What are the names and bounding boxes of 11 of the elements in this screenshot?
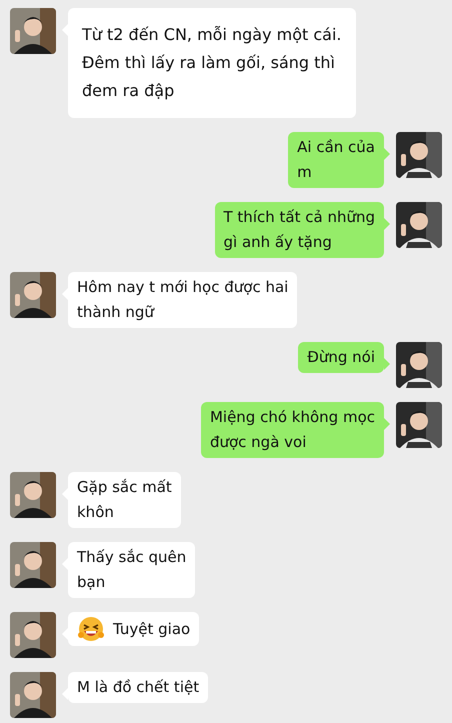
message-text: Tuyệt giao bbox=[113, 618, 190, 640]
message-text: Gặp sắc mất khôn bbox=[77, 477, 172, 523]
message-text: Ai cần của m bbox=[297, 137, 375, 183]
message-text: T thích tất cả những gì anh ấy tặng bbox=[224, 207, 375, 253]
message-text: Hôm nay t mới học được hai thành ngữ bbox=[77, 277, 288, 323]
message-text: M là đồ chết tiệt bbox=[77, 677, 200, 698]
message-text: Đừng nói bbox=[307, 347, 375, 368]
message-text: Miệng chó không mọc được ngà voi bbox=[210, 407, 375, 453]
laughing-emoji-icon bbox=[77, 615, 105, 643]
message-text: Từ t2 đến CN, mỗi ngày một cái. Đêm thì lấy ra làm gối, sáng thì đem ra đập bbox=[82, 24, 342, 102]
message-text: Thấy sắc quên bạn bbox=[77, 547, 186, 593]
